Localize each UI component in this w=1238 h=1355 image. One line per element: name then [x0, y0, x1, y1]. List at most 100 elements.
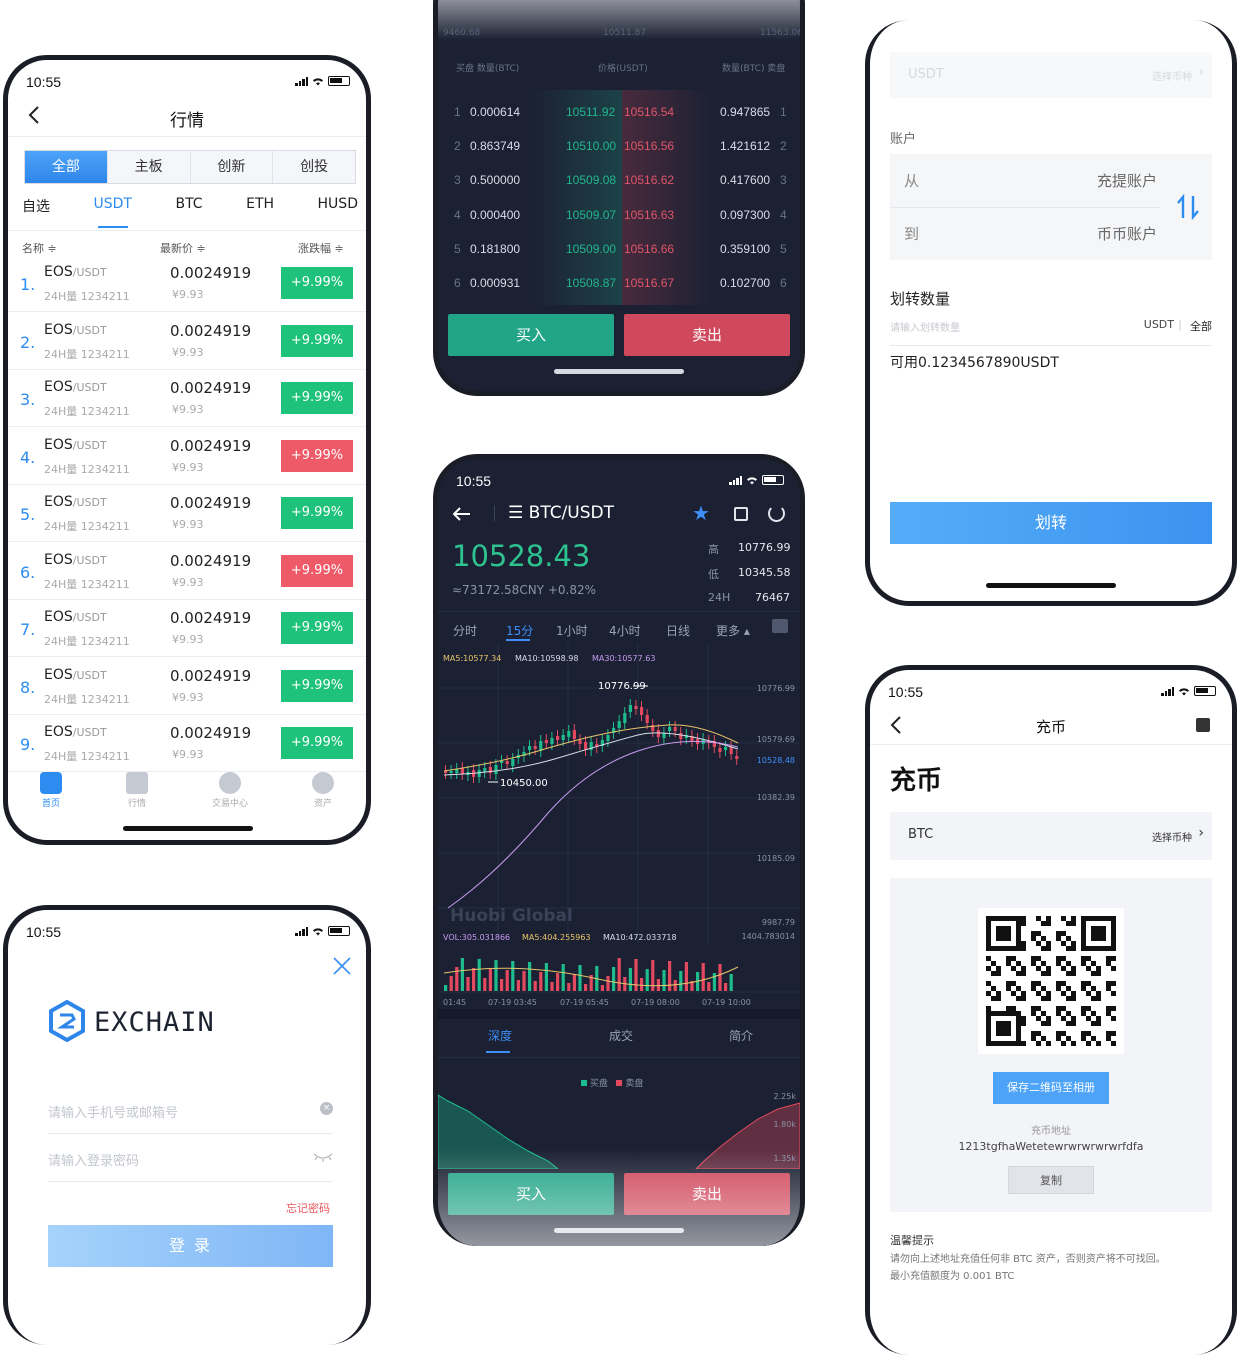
sort-by-name[interactable]: 名称 ≑: [22, 240, 57, 256]
clear-icon[interactable]: ×: [320, 1102, 333, 1115]
login-button[interactable]: 登 录: [48, 1225, 333, 1267]
tab-intro[interactable]: 简介: [729, 1027, 753, 1044]
orderbook-row[interactable]: 2 0.863749 10510.00 10516.56 1.421612 2: [438, 129, 800, 163]
tab-venture[interactable]: 创投: [273, 151, 355, 183]
period-1h[interactable]: 1小时: [556, 622, 588, 639]
market-row[interactable]: 7. EOS/USDT 24H量 1234211 0.0024919 ¥9.93 +9.9…: [8, 600, 366, 657]
refresh-icon[interactable]: [768, 505, 785, 522]
market-row[interactable]: 5. EOS/USDT 24H量 1234211 0.0024919 ¥9.93 +9.9…: [8, 485, 366, 542]
tab-all[interactable]: 全部: [25, 151, 108, 183]
volume-bar: [600, 985, 604, 991]
period-15m[interactable]: 15分: [506, 622, 533, 639]
home-indicator: [554, 369, 684, 374]
forgot-password-link[interactable]: 忘记密码: [286, 1200, 330, 1216]
pair-selector[interactable]: ☰ BTC/USDT: [508, 503, 614, 523]
all-button[interactable]: 全部: [1190, 318, 1212, 334]
coin-selector[interactable]: BTC 选择币种 ›: [890, 812, 1212, 860]
tab-favorites[interactable]: 自选: [22, 196, 50, 216]
qr-module: [1021, 1021, 1026, 1026]
qr-module: [1091, 996, 1096, 1001]
y-tick: 10579.69: [757, 735, 795, 744]
candle-body: [460, 768, 464, 774]
market-row[interactable]: 2. EOS/USDT 24H量 1234211 0.0024919 ¥9.93 +9.9…: [8, 313, 366, 370]
back-arrow-icon[interactable]: [453, 507, 471, 521]
swap-icon[interactable]: [1176, 194, 1200, 220]
sort-by-change[interactable]: 涨跌幅 ≑: [298, 240, 344, 256]
buy-button[interactable]: 买入: [448, 314, 614, 356]
to-account[interactable]: 币币账户: [1097, 223, 1157, 244]
password-input[interactable]: 请输入登录密码: [48, 1150, 333, 1182]
close-icon[interactable]: [332, 956, 352, 976]
indicator-settings-icon[interactable]: [772, 619, 788, 633]
tab-trades[interactable]: 成交: [609, 1027, 633, 1044]
period-4h[interactable]: 4小时: [609, 622, 641, 639]
qr-module: [1086, 1041, 1091, 1046]
tabbar-market[interactable]: 行情: [125, 772, 148, 809]
candlestick-chart[interactable]: MA5:10577.34 MA10:10598.98 MA30:10577.63 10…: [438, 643, 800, 1008]
orderbook-row[interactable]: 1 0.000614 10511.92 10516.54 0.947865 1: [438, 95, 800, 129]
favorite-star-icon[interactable]: ★: [692, 501, 710, 525]
signal-icon: [295, 926, 308, 936]
market-row[interactable]: 4. EOS/USDT 24H量 1234211 0.0024919 ¥9.93 +9.9…: [8, 428, 366, 485]
tabbar-home[interactable]: 首页: [39, 772, 62, 809]
period-more[interactable]: 更多 ▴: [716, 622, 750, 639]
qr-finder-center: [996, 926, 1011, 941]
status-icons: [729, 475, 784, 485]
market-row[interactable]: 8. EOS/USDT 24H量 1234211 0.0024919 ¥9.93 +9.9…: [8, 658, 366, 715]
history-icon[interactable]: [1196, 718, 1210, 732]
volume-bar: [668, 961, 672, 991]
vol-max: 1404.783014: [742, 932, 795, 941]
amount-input[interactable]: 请输入划转数量 USDT | 全部: [890, 316, 1212, 346]
qr-module: [1066, 971, 1071, 976]
market-row[interactable]: 6. EOS/USDT 24H量 1234211 0.0024919 ¥9.93 +9.9…: [8, 543, 366, 600]
from-account[interactable]: 充提账户: [1097, 170, 1157, 191]
tab-btc[interactable]: BTC: [175, 196, 202, 216]
tab-usdt[interactable]: USDT: [94, 196, 132, 228]
tab-depth[interactable]: 深度: [488, 1027, 512, 1044]
account-input[interactable]: 请输入手机号或邮箱号 ×: [48, 1102, 333, 1134]
row-quote: /USDT: [72, 438, 107, 452]
qr-module: [1071, 916, 1076, 921]
tab-innovation[interactable]: 创新: [191, 151, 274, 183]
sell-button[interactable]: 卖出: [624, 314, 790, 356]
orderbook-row[interactable]: 3 0.500000 10509.08 10516.62 0.417600 3: [438, 163, 800, 197]
volume-bar: [511, 961, 515, 991]
qr-module: [1071, 996, 1076, 1001]
eye-closed-icon[interactable]: [313, 1152, 333, 1162]
qr-module: [1016, 961, 1021, 966]
market-row[interactable]: 3. EOS/USDT 24H量 1234211 0.0024919 ¥9.93 +9.9…: [8, 370, 366, 427]
sort-by-price[interactable]: 最新价 ≑: [160, 240, 206, 256]
row-symbol: EOS/USDT: [44, 724, 107, 740]
tab-main-board[interactable]: 主板: [108, 151, 191, 183]
row-change-badge: +9.99%: [281, 267, 353, 299]
transfer-button[interactable]: 划转: [890, 502, 1212, 544]
orderbook-row[interactable]: 4 0.000400 10509.07 10516.63 0.097300 4: [438, 198, 800, 232]
period-day[interactable]: 日线: [666, 622, 690, 639]
row-symbol: EOS/USDT: [44, 437, 107, 453]
qr-module: [1081, 1006, 1086, 1011]
volume-bar: [533, 981, 537, 991]
qr-module: [1061, 1006, 1066, 1011]
market-row[interactable]: 9. EOS/USDT 24H量 1234211 0.0024919 ¥9.93 +9.9…: [8, 715, 366, 772]
tab-eth[interactable]: ETH: [246, 196, 274, 216]
market-row[interactable]: 1. EOS/USDT 24H量 1234211 0.0024919 ¥9.93 +9.9…: [8, 255, 366, 312]
period-timeline[interactable]: 分时: [453, 622, 477, 639]
volume-bar: [612, 967, 616, 991]
copy-button[interactable]: 复制: [1008, 1166, 1094, 1194]
candle-body: [724, 747, 728, 750]
fullscreen-icon[interactable]: [734, 507, 748, 521]
orderbook-row[interactable]: 6 0.000931 10508.87 10516.67 0.102700 6: [438, 266, 800, 300]
qr-module: [1056, 936, 1061, 941]
qr-module: [1061, 941, 1066, 946]
tab-husd[interactable]: HUSD: [318, 196, 358, 216]
qr-module: [1021, 1041, 1026, 1046]
qr-module: [1041, 996, 1046, 1001]
orderbook-row[interactable]: 5 0.181800 10509.00 10516.66 0.359100 5: [438, 232, 800, 266]
candle-body: [572, 730, 576, 739]
qr-module: [1111, 1031, 1116, 1036]
row-price: 0.0024919: [170, 609, 252, 627]
tabbar-assets[interactable]: 资产: [311, 772, 334, 809]
save-qr-button[interactable]: 保存二维码至相册: [993, 1072, 1109, 1104]
tabbar-trade[interactable]: 交易中心: [212, 772, 248, 809]
candle-body: [500, 761, 504, 763]
